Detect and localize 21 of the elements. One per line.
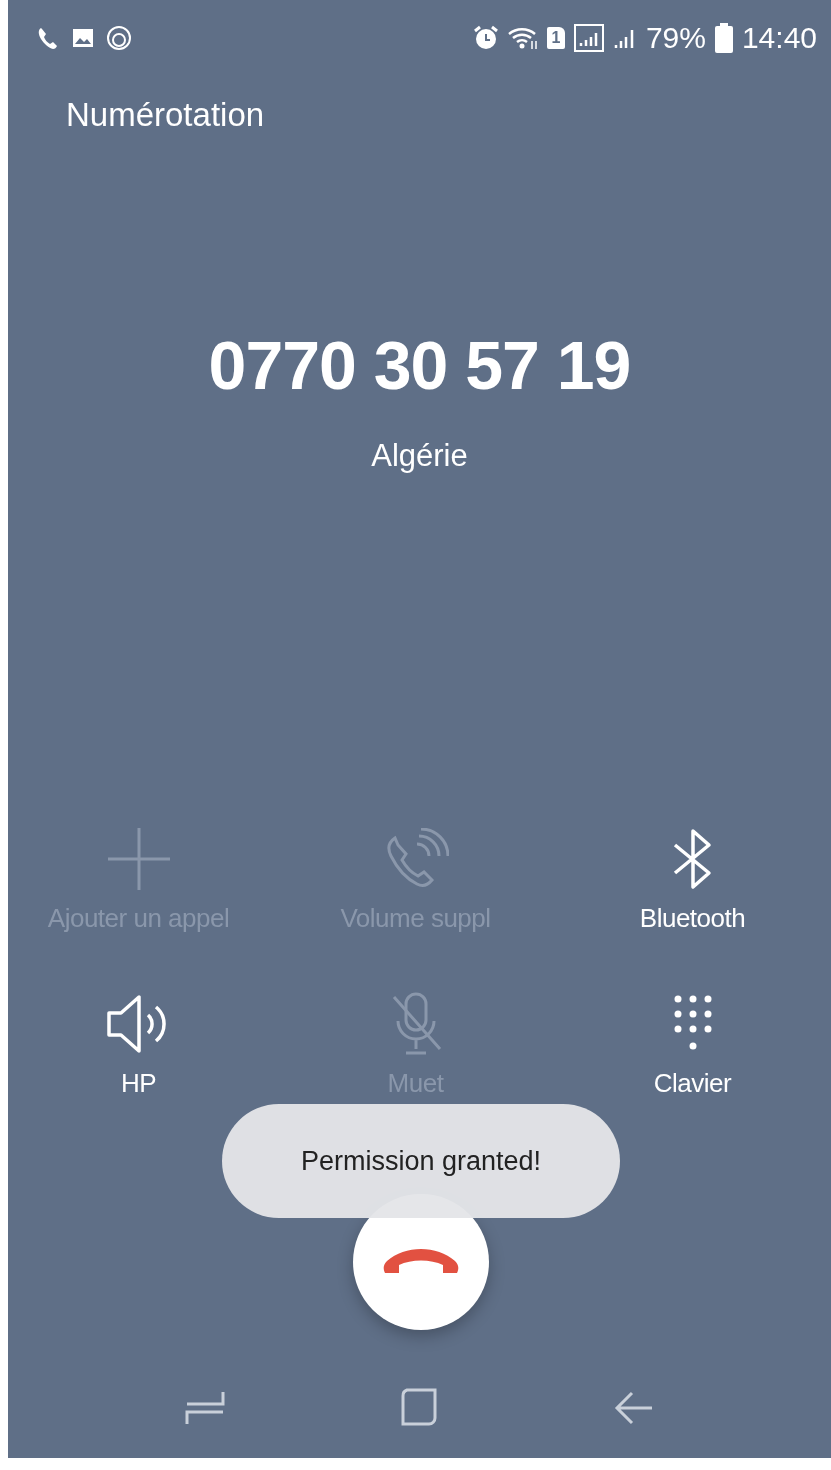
target-icon xyxy=(106,25,132,51)
sim-label: 1 xyxy=(546,27,565,49)
battery-percent: 79% xyxy=(645,21,706,55)
battery-icon xyxy=(714,23,733,53)
wifi-icon xyxy=(507,26,538,50)
phone-icon xyxy=(36,26,60,50)
permission-toast: Permission granted! xyxy=(222,1104,620,1218)
home-icon[interactable] xyxy=(399,1388,440,1428)
country-label: Algérie xyxy=(370,438,469,474)
alarm-icon xyxy=(472,25,499,51)
clock-time: 14:40 xyxy=(741,21,817,55)
keypad-button[interactable]: Clavier xyxy=(572,983,813,1099)
speaker-button[interactable]: HP xyxy=(18,983,259,1099)
phone-number: 0770 30 57 19 xyxy=(207,326,632,404)
recent-apps-icon[interactable] xyxy=(185,1390,226,1426)
back-icon[interactable] xyxy=(613,1390,654,1426)
image-icon xyxy=(72,28,94,48)
bluetooth-button[interactable]: Bluetooth xyxy=(572,818,813,934)
plus-icon xyxy=(105,825,172,892)
signal-icon xyxy=(573,24,604,52)
screen-title: Numérotation xyxy=(65,95,266,135)
